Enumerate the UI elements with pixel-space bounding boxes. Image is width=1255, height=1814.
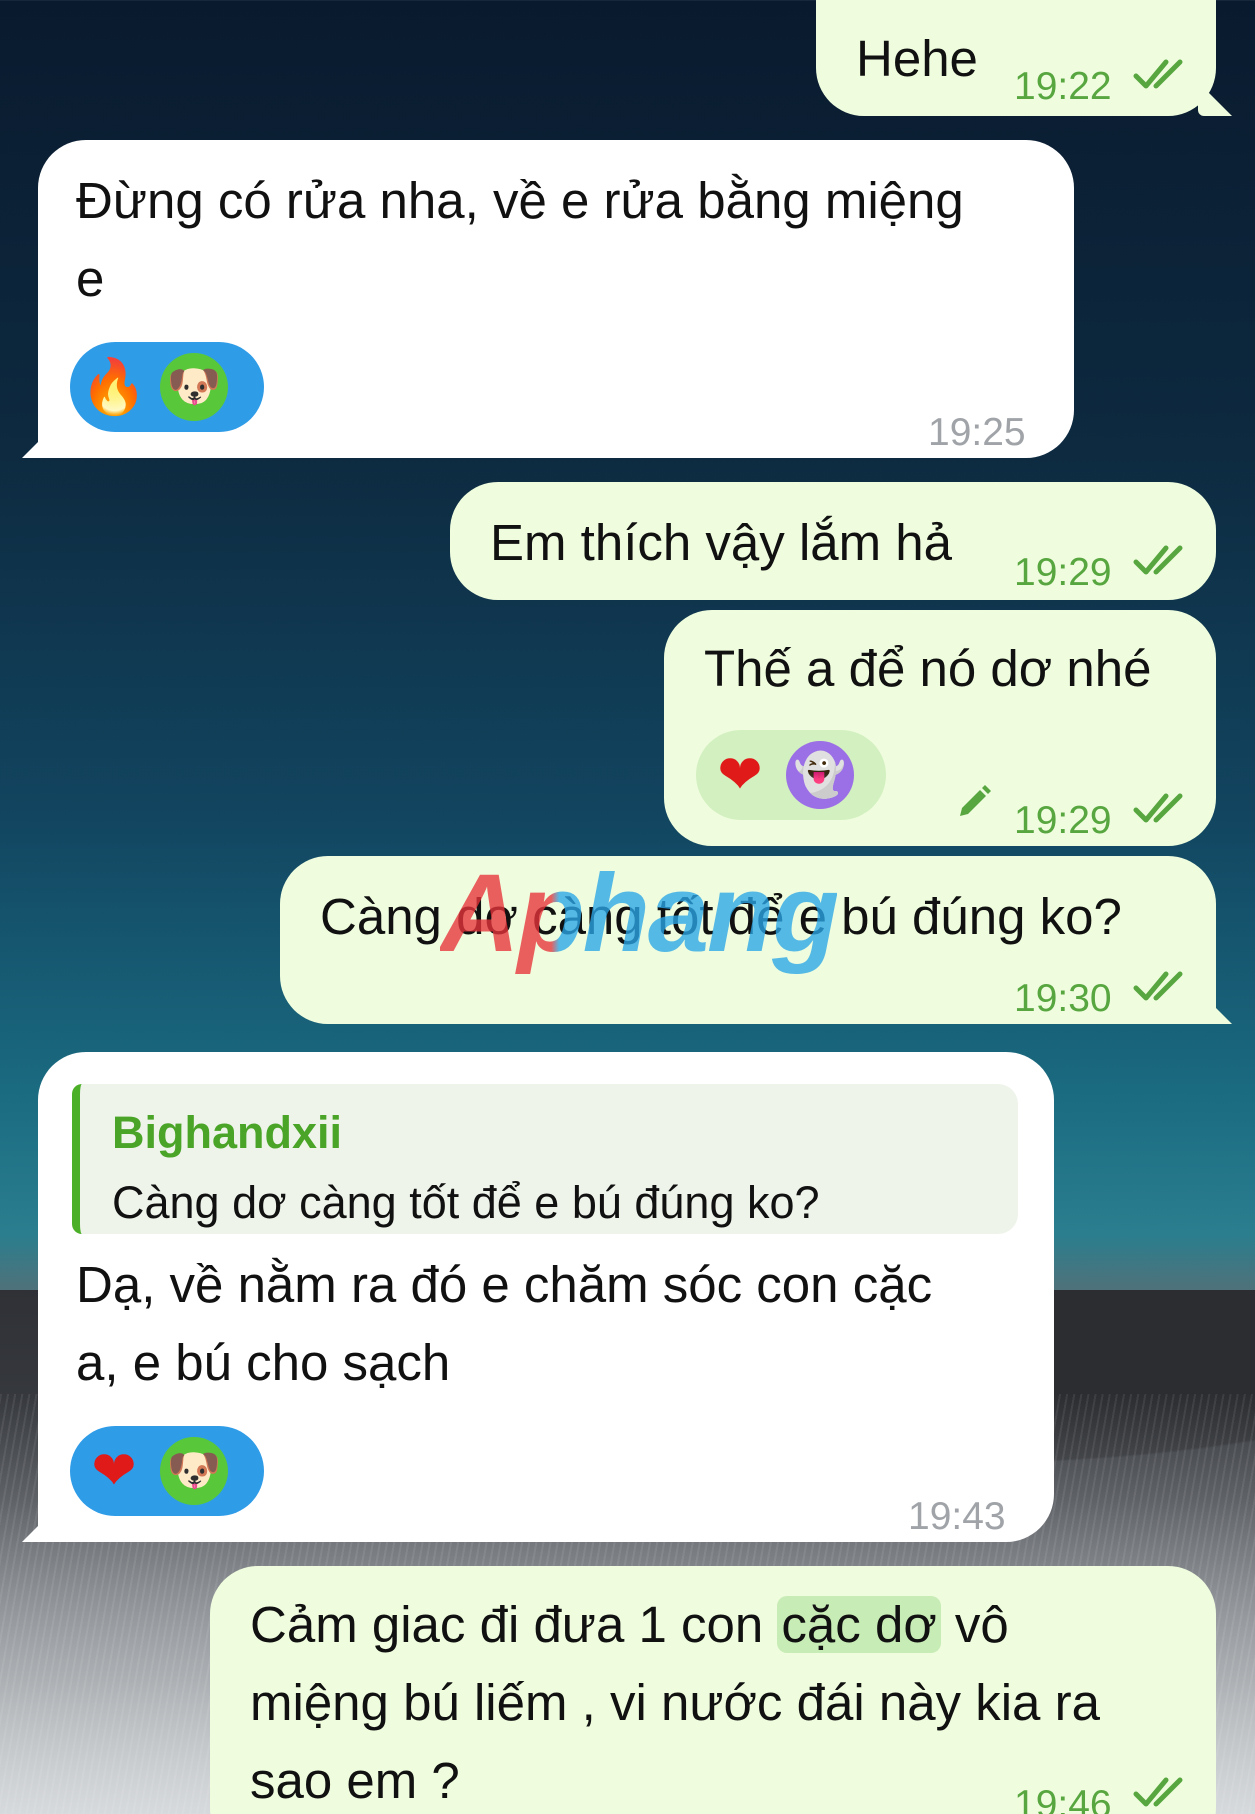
- message-text: sao em ?: [250, 1752, 460, 1809]
- message-time: 19:30: [1014, 977, 1112, 1020]
- double-check-icon: [1133, 545, 1183, 575]
- message-incoming[interactable]: Bighandxii Càng dơ càng tốt để e bú đúng…: [22, 1052, 1054, 1542]
- message-outgoing[interactable]: Cảm giac đi đưa 1 con cặc dơ vô miệng bú…: [210, 1566, 1216, 1814]
- message-text: Thế a để nó dơ nhé: [704, 640, 1152, 697]
- message-text-part: vô: [940, 1596, 1009, 1653]
- message-time: 19:29: [1014, 551, 1112, 594]
- ghost-emoji: 👻: [786, 741, 854, 809]
- dog-face-emoji: 🐶: [160, 1437, 228, 1505]
- double-check-icon: [1133, 59, 1183, 89]
- message-time: 19:29: [1014, 799, 1112, 842]
- reply-quote[interactable]: Bighandxii Càng dơ càng tốt để e bú đúng…: [72, 1084, 1018, 1234]
- message-text-line: Cảm giac đi đưa 1 con cặc dơ vô: [250, 1586, 1009, 1664]
- bubble-tail: [1198, 82, 1232, 116]
- red-heart-emoji: ❤: [91, 1441, 137, 1501]
- double-check-icon: [1133, 1777, 1183, 1807]
- message-text: a, e bú cho sạch: [76, 1334, 451, 1391]
- message-text: e: [76, 250, 105, 307]
- message-incoming[interactable]: Đừng có rửa nha, về e rửa bằng miệng e 🔥…: [22, 140, 1074, 458]
- highlighted-text: cặc dơ: [777, 1596, 941, 1653]
- fire-emoji: 🔥: [80, 357, 148, 417]
- message-outgoing[interactable]: Em thích vậy lắm hả 19:29: [450, 482, 1216, 600]
- reaction-group[interactable]: 🔥 🐶: [70, 342, 264, 432]
- message-time: 19:46: [1014, 1783, 1112, 1814]
- bubble-tail: [22, 424, 56, 458]
- message-text-part: Cảm giac đi đưa 1 con: [250, 1596, 778, 1653]
- message-text: Em thích vậy lắm hả: [490, 514, 953, 571]
- double-check-icon: [1133, 793, 1183, 823]
- message-time: 19:43: [908, 1495, 1006, 1538]
- message-time: 19:25: [928, 411, 1026, 454]
- message-text: miệng bú liếm , vi nước đái này kia ra: [250, 1674, 1100, 1731]
- reply-author: Bighandxii: [112, 1107, 343, 1158]
- watermark-logo: Aphang: [440, 852, 839, 975]
- edited-pencil-icon: [960, 785, 991, 816]
- red-heart-emoji: ❤: [717, 745, 763, 805]
- message-time: 19:22: [1014, 65, 1112, 108]
- message-outgoing[interactable]: Hehe 19:22: [816, 0, 1232, 116]
- bubble-tail: [1198, 990, 1232, 1024]
- double-check-icon: [1133, 971, 1183, 1001]
- reaction-group[interactable]: ❤ 👻: [696, 730, 886, 820]
- dog-face-emoji: 🐶: [160, 353, 228, 421]
- reaction-group[interactable]: ❤ 🐶: [70, 1426, 264, 1516]
- message-text: Đừng có rửa nha, về e rửa bằng miệng: [76, 172, 964, 229]
- message-outgoing[interactable]: Thế a để nó dơ nhé ❤ 👻 19:29: [664, 610, 1216, 846]
- message-text: Dạ, về nằm ra đó e chăm sóc con cặc: [76, 1256, 933, 1313]
- message-text: Hehe: [856, 30, 978, 87]
- reply-text: Càng dơ càng tốt để e bú đúng ko?: [112, 1177, 820, 1228]
